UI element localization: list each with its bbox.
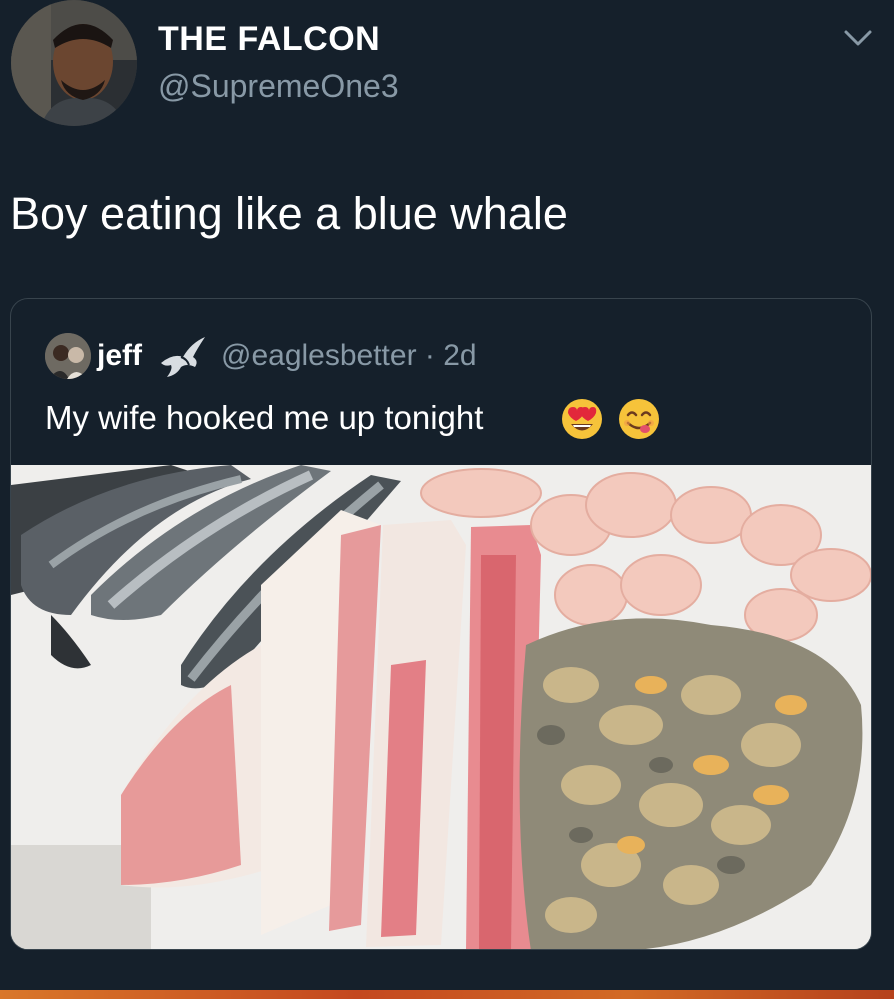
chevron-down-icon[interactable] — [840, 26, 876, 50]
tweet: THE FALCON @SupremeOne3 Boy eating like … — [0, 0, 894, 999]
eagle-icon — [159, 333, 209, 379]
bottom-edge-strip — [0, 990, 894, 999]
quoted-tweet-text: My wife hooked me up tonight — [45, 399, 484, 436]
author-handle[interactable]: @SupremeOne3 — [158, 68, 399, 105]
author-avatar-image — [11, 0, 137, 126]
author-display-name[interactable]: THE FALCON — [158, 20, 380, 59]
quoted-author-avatar[interactable] — [45, 333, 91, 379]
food-plate-photo[interactable] — [11, 465, 871, 949]
yum-emoji — [617, 397, 661, 441]
quoted-handle-and-time[interactable]: @eaglesbetter · 2d — [221, 339, 477, 373]
author-avatar[interactable] — [11, 0, 137, 126]
quoted-avatar-image — [45, 333, 91, 379]
quoted-tweet[interactable]: jeff @eaglesbetter · 2d My wife hooked m… — [10, 298, 872, 950]
heart-eyes-emoji — [560, 397, 604, 441]
tweet-text: Boy eating like a blue whale — [10, 188, 568, 239]
quoted-display-name[interactable]: jeff — [97, 339, 142, 373]
